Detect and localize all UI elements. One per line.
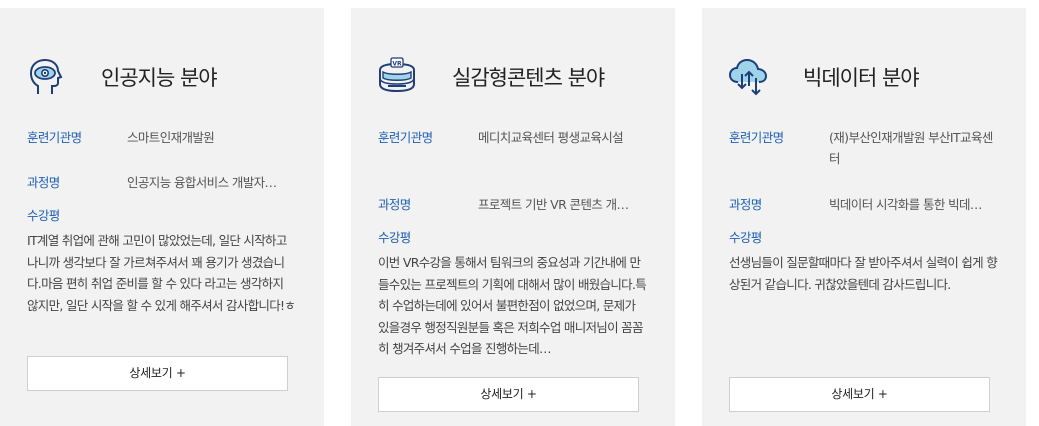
card-header: VR 실감형콘텐츠 분야 [376,52,605,102]
card-title: 빅데이터 분야 [803,66,920,90]
card-title: 실감형콘텐츠 분야 [452,66,605,90]
institution-value: (재)부산인재개발원 부산IT교육센터 [829,130,993,166]
detail-button[interactable]: 상세보기 + [378,377,639,412]
card-header: 빅데이터 분야 [727,52,920,102]
institution-label: 훈련기관명 [729,130,784,145]
course-value: 빅데이터 시각화를 통한 빅데… [829,197,982,212]
review-label: 수강평 [729,230,762,245]
review-text: IT계열 취업에 관해 고민이 많았었는데, 일단 시작하고 나니까 생각보다 … [27,233,296,313]
institution-value: 스마트인재개발원 [127,130,215,145]
review-label: 수강평 [27,208,60,223]
card-title: 인공지능 분야 [101,66,218,90]
course-card-vr: VR 실감형콘텐츠 분야 훈련기관명 메디치교육센터 평생교육시설 과정명 프로… [351,8,675,426]
vr-headset-icon: VR [376,56,418,98]
detail-button[interactable]: 상세보기 + [729,377,990,412]
institution-label: 훈련기관명 [378,130,433,145]
course-label: 과정명 [378,197,411,212]
review-label: 수강평 [378,230,411,245]
course-label: 과정명 [27,175,60,190]
course-card-bigdata: 빅데이터 분야 훈련기관명 (재)부산인재개발원 부산IT교육센터 과정명 빅데… [702,8,1026,426]
institution-label: 훈련기관명 [27,130,82,145]
course-value: 인공지능 융합서비스 개발자… [127,175,277,190]
svg-text:VR: VR [392,60,402,67]
review-text: 이번 VR수강을 통해서 팀워크의 중요성과 기간내에 만들수있는 프로젝트의 … [378,255,647,356]
course-label: 과정명 [729,197,762,212]
ai-head-eye-icon [25,56,67,98]
review-text: 선생님들이 질문할때마다 잘 받아주셔서 실력이 쉽게 향상된거 같습니다. 귀… [729,255,998,292]
detail-button[interactable]: 상세보기 + [27,356,288,391]
institution-value: 메디치교육센터 평생교육시설 [478,130,624,145]
course-value: 프로젝트 기반 VR 콘텐츠 개… [478,197,629,212]
card-header: 인공지능 분야 [25,52,218,102]
course-card-ai: 인공지능 분야 훈련기관명 스마트인재개발원 과정명 인공지능 융합서비스 개발… [0,8,324,426]
cloud-data-icon [727,56,769,98]
